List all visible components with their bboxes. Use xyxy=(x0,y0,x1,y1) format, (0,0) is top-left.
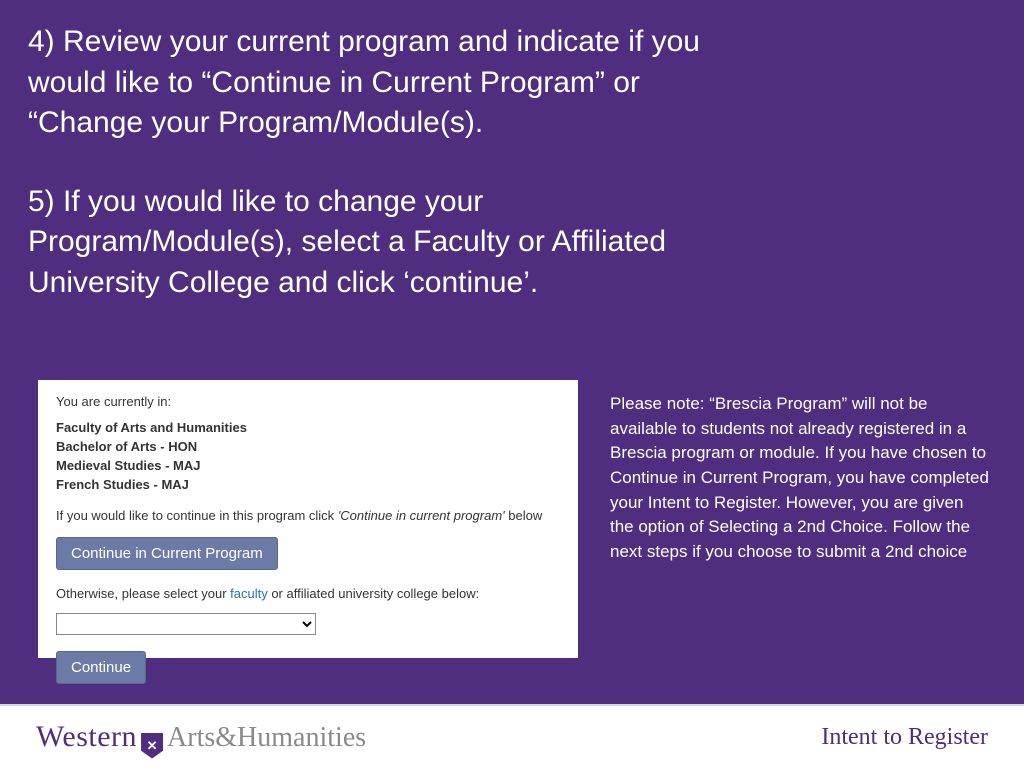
program-module-1: Medieval Studies - MAJ xyxy=(56,457,560,476)
currently-in-label: You are currently in: xyxy=(56,394,560,409)
otherwise-text: Otherwise, please select your faculty or… xyxy=(56,586,560,601)
logo-department-text: Arts&Humanities xyxy=(167,722,366,754)
program-faculty: Faculty of Arts and Humanities xyxy=(56,419,560,438)
instruction-block: 4) Review your current program and indic… xyxy=(28,22,748,341)
otherwise-post: or affiliated university college below: xyxy=(268,586,480,601)
instruction-step-5: 5) If you would like to change your Prog… xyxy=(28,182,748,304)
program-review-panel: You are currently in: Faculty of Arts an… xyxy=(38,380,578,658)
faculty-select[interactable] xyxy=(56,613,316,635)
western-logo: Western ✕ Arts&Humanities xyxy=(36,720,366,755)
continue-hint-ital: 'Continue in current program' xyxy=(338,508,505,523)
continue-hint-post: below xyxy=(505,508,543,523)
side-note: Please note: “Brescia Program” will not … xyxy=(610,392,990,564)
program-degree: Bachelor of Arts - HON xyxy=(56,438,560,457)
shield-icon: ✕ xyxy=(141,733,163,759)
program-module-2: French Studies - MAJ xyxy=(56,476,560,495)
continue-button[interactable]: Continue xyxy=(56,651,146,684)
otherwise-pre: Otherwise, please select your xyxy=(56,586,230,601)
continue-hint-pre: If you would like to continue in this pr… xyxy=(56,508,338,523)
footer-title: Intent to Register xyxy=(821,724,988,751)
shield-glyph: ✕ xyxy=(147,738,158,754)
instruction-step-4: 4) Review your current program and indic… xyxy=(28,22,748,144)
continue-hint: If you would like to continue in this pr… xyxy=(56,508,560,523)
logo-western-text: Western xyxy=(36,720,137,754)
slide: 4) Review your current program and indic… xyxy=(0,0,1024,768)
current-program-block: Faculty of Arts and Humanities Bachelor … xyxy=(56,419,560,494)
continue-current-program-button[interactable]: Continue in Current Program xyxy=(56,537,278,570)
footer: Western ✕ Arts&Humanities Intent to Regi… xyxy=(0,704,1024,768)
faculty-link[interactable]: faculty xyxy=(230,586,268,601)
